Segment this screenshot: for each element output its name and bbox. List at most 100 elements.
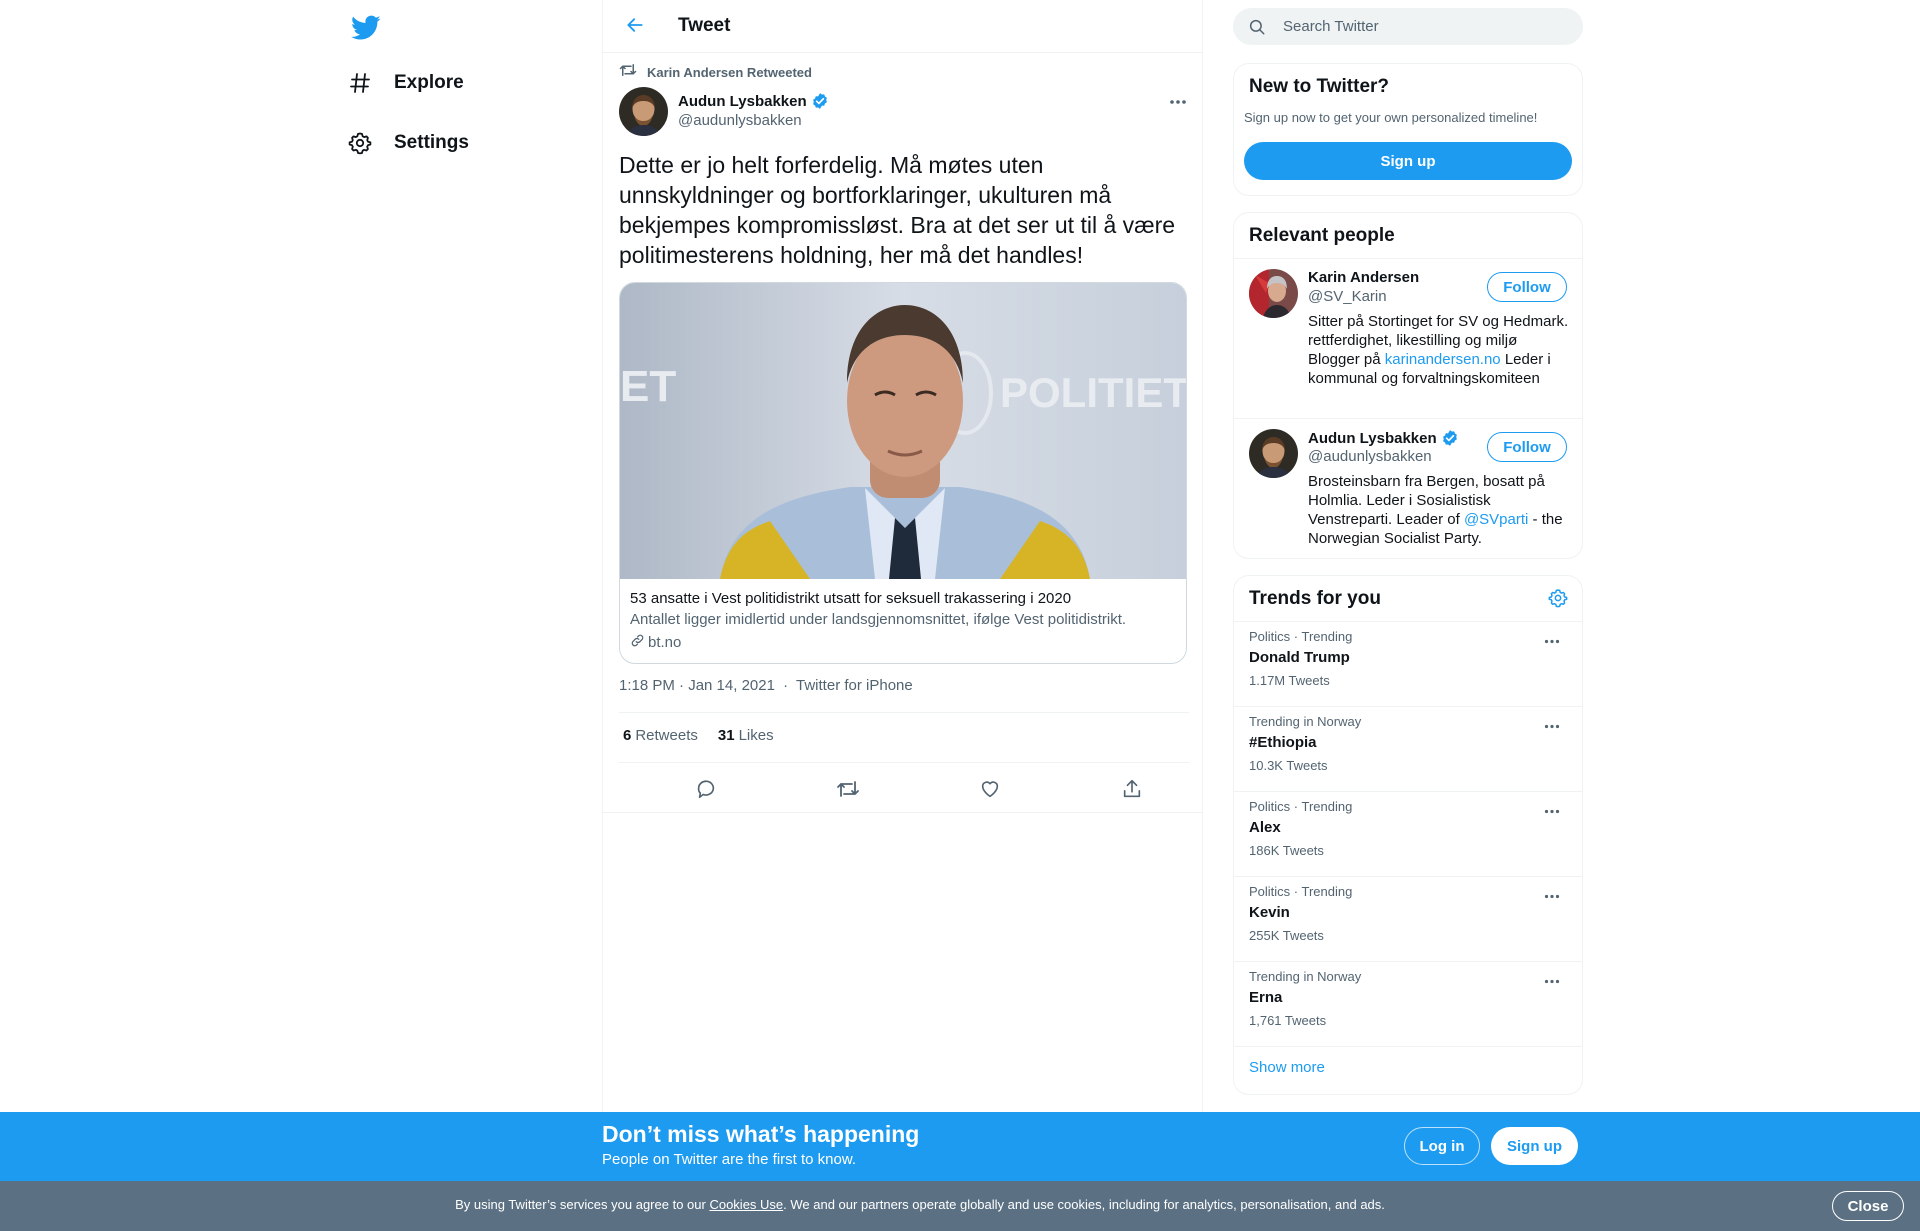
trend-more-button[interactable] — [1539, 629, 1565, 651]
trend-name: Kevin — [1249, 904, 1290, 921]
trends-title: Trends for you — [1249, 588, 1381, 609]
trend-name: #Ethiopia — [1249, 734, 1317, 751]
bio-link[interactable]: karinandersen.no — [1385, 351, 1501, 368]
left-navigation: Explore Settings — [334, 0, 602, 1231]
person-bio: Sitter på Stortinget for SV og Hedmark. … — [1308, 312, 1570, 388]
more-dots-icon — [1544, 801, 1560, 819]
trend-name: Donald Trump — [1249, 649, 1350, 666]
person-item[interactable]: Karin Andersen @SV_Karin Follow Sitter p… — [1234, 258, 1582, 418]
divider — [619, 712, 1189, 713]
cookie-text-after: . We and our partners operate globally a… — [783, 1197, 1385, 1212]
retweeted-by-text: Karin Andersen Retweeted — [647, 65, 812, 80]
trend-count: 1.17M Tweets — [1249, 673, 1330, 688]
tweet-timestamp[interactable]: 1:18 PM · Jan 14, 2021 — [619, 677, 775, 694]
nav-item-explore[interactable]: Explore — [346, 58, 464, 108]
follow-button[interactable]: Follow — [1487, 432, 1567, 462]
divider — [619, 762, 1189, 763]
likes-stat[interactable]: 31 Likes — [718, 727, 774, 744]
twitter-bird-icon — [351, 15, 381, 46]
reply-button[interactable] — [689, 774, 723, 808]
author-name[interactable]: Audun Lysbakken — [678, 92, 829, 110]
person-handle[interactable]: @SV_Karin — [1308, 288, 1387, 305]
avatar[interactable] — [1249, 429, 1298, 478]
bio-link[interactable]: @SVparti — [1464, 511, 1528, 528]
trend-item[interactable]: Trending in Norway #Ethiopia 10.3K Tweet… — [1234, 706, 1582, 791]
new-to-twitter-title: New to Twitter? — [1249, 76, 1390, 97]
trend-count: 10.3K Tweets — [1249, 758, 1328, 773]
log-in-button[interactable]: Log in — [1404, 1127, 1480, 1165]
card-image-text-left: ET — [620, 362, 676, 411]
banner-subtitle: People on Twitter are the first to know. — [602, 1151, 857, 1168]
back-button[interactable] — [619, 11, 651, 43]
tweet-source[interactable]: Twitter for iPhone — [796, 677, 913, 694]
retweets-label: Retweets — [635, 727, 698, 744]
follow-button[interactable]: Follow — [1487, 272, 1567, 302]
author-handle[interactable]: @audunlysbakken — [678, 112, 802, 129]
like-button[interactable] — [973, 774, 1007, 808]
more-dots-icon — [1169, 92, 1187, 110]
trend-category: Politics · Trending — [1249, 799, 1353, 814]
trend-more-button[interactable] — [1539, 969, 1565, 991]
sign-up-button[interactable]: Sign up — [1244, 142, 1572, 180]
share-button[interactable] — [1115, 774, 1149, 808]
banner-sign-up-button[interactable]: Sign up — [1491, 1127, 1578, 1165]
share-icon — [1121, 778, 1143, 805]
tweet-stats: 6 Retweets 31 Likes — [623, 727, 794, 744]
person-name[interactable]: Karin Andersen — [1308, 269, 1419, 286]
trend-name: Alex — [1249, 819, 1281, 836]
divider — [603, 812, 1203, 813]
trend-more-button[interactable] — [1539, 714, 1565, 736]
verified-badge-icon — [811, 92, 829, 110]
reply-icon — [695, 778, 717, 805]
card-image: ET POLITIET — [620, 283, 1186, 579]
trend-item[interactable]: Politics · Trending Kevin 255K Tweets — [1234, 876, 1582, 961]
trend-count: 255K Tweets — [1249, 928, 1324, 943]
hashtag-icon — [346, 69, 374, 97]
new-to-twitter-panel: New to Twitter? Sign up now to get your … — [1233, 63, 1583, 196]
search-input[interactable] — [1283, 18, 1563, 35]
person-name[interactable]: Audun Lysbakken — [1308, 429, 1459, 447]
more-dots-icon — [1544, 886, 1560, 904]
meta-separator: · — [783, 677, 789, 694]
nav-item-settings[interactable]: Settings — [346, 118, 469, 168]
retweet-icon — [836, 778, 860, 805]
trend-category: Trending in Norway — [1249, 969, 1362, 984]
page-title: Tweet — [678, 15, 731, 36]
search-box[interactable] — [1233, 8, 1583, 45]
card-description: Antallet ligger imidlertid under landsgj… — [630, 611, 1127, 628]
verified-badge-icon — [1441, 429, 1459, 447]
likes-label: Likes — [738, 727, 774, 744]
trend-item[interactable]: Politics · Trending Alex 186K Tweets — [1234, 791, 1582, 876]
gear-icon — [1548, 588, 1568, 613]
trend-item[interactable]: Trending in Norway Erna 1,761 Tweets — [1234, 961, 1582, 1046]
twitter-logo[interactable] — [346, 10, 386, 50]
nav-label-settings: Settings — [394, 132, 469, 153]
trend-item[interactable]: Politics · Trending Donald Trump 1.17M T… — [1234, 621, 1582, 706]
author-name-text: Audun Lysbakken — [678, 92, 807, 110]
person-item[interactable]: Audun Lysbakken @audunlysbakken Follow B… — [1234, 418, 1582, 558]
retweets-count: 6 — [623, 727, 632, 744]
cookies-use-link[interactable]: Cookies Use — [709, 1197, 783, 1212]
trend-category: Politics · Trending — [1249, 884, 1353, 899]
banner-title: Don’t miss what’s happening — [602, 1121, 920, 1147]
author-avatar[interactable] — [619, 87, 668, 136]
avatar[interactable] — [1249, 269, 1298, 318]
retweet-button[interactable] — [831, 774, 865, 808]
retweets-stat[interactable]: 6 Retweets — [623, 727, 698, 744]
trend-more-button[interactable] — [1539, 884, 1565, 906]
trend-count: 1,761 Tweets — [1249, 1013, 1327, 1028]
trend-count: 186K Tweets — [1249, 843, 1324, 858]
person-name-text: Audun Lysbakken — [1308, 429, 1437, 447]
show-more-link[interactable]: Show more — [1249, 1059, 1325, 1076]
retweet-context[interactable]: Karin Andersen Retweeted — [619, 62, 812, 83]
trend-name: Erna — [1249, 989, 1283, 1006]
cookie-close-button[interactable]: Close — [1832, 1191, 1904, 1221]
trends-settings-button[interactable] — [1544, 586, 1572, 614]
tweet-more-button[interactable] — [1165, 88, 1191, 114]
cookie-text-before: By using Twitter’s services you agree to… — [455, 1197, 710, 1212]
person-handle[interactable]: @audunlysbakken — [1308, 448, 1432, 465]
trend-more-button[interactable] — [1539, 799, 1565, 821]
gear-icon — [346, 129, 374, 157]
cookie-text: By using Twitter’s services you agree to… — [0, 1197, 1840, 1212]
link-card[interactable]: ET POLITIET 53 ansatte i Vest politidist… — [619, 282, 1187, 664]
